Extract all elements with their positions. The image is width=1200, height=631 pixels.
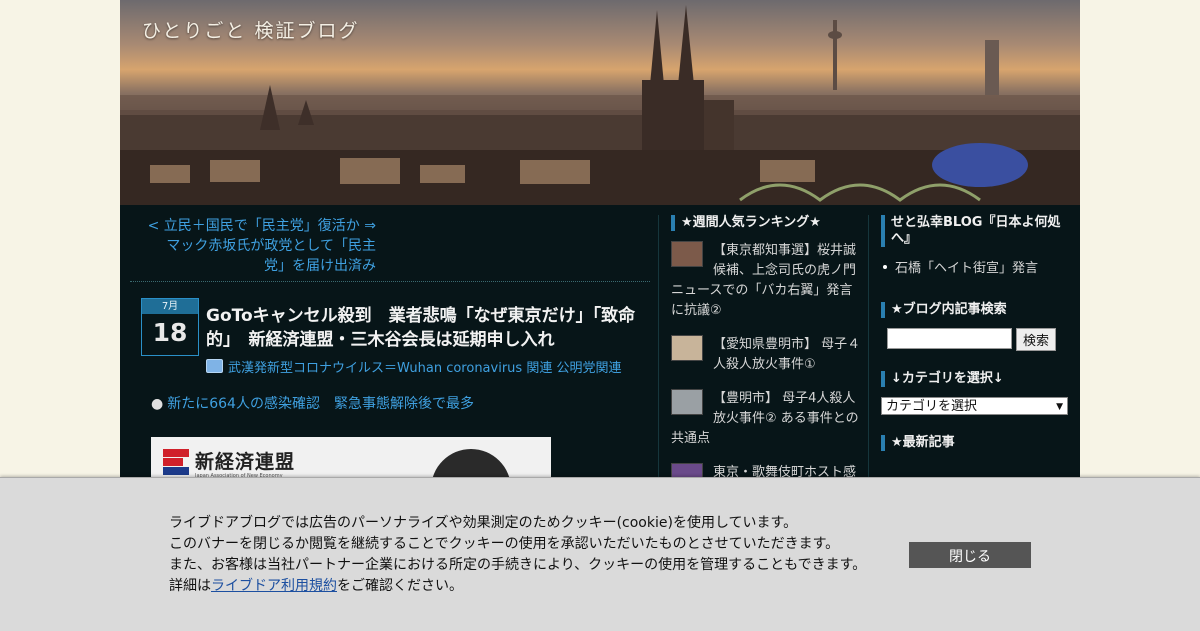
cookie-line: また、お客様は当社パートナー企業における所定の手続きにより、クッキーの使用を管理… xyxy=(169,557,867,573)
post-date: 7月 18 xyxy=(141,298,199,356)
terms-link[interactable]: ライブドア利用規約 xyxy=(211,578,337,594)
ranking-item[interactable]: 【愛知県豊明市】 母子４人殺人放火事件① xyxy=(671,335,861,375)
image-logo-text: 新経済連盟 xyxy=(195,451,296,473)
post-categories: 武漢発新型コロナウイルス＝Wuhan coronavirus 関連 公明党関連 xyxy=(206,357,621,376)
ranking-title: ★週間人気ランキング★ xyxy=(671,215,869,231)
cookie-line: このバナーを閉じるか閲覧を継続することでクッキーの使用を承認いただいたものとさせ… xyxy=(169,536,840,552)
post-date-day: 18 xyxy=(152,318,188,347)
ranking-item[interactable]: 【東京都知事選】桜井誠候補、上念司氏の虎ノ門ニュースでの「バカ右翼」発言に抗議② xyxy=(671,241,861,321)
jane-logo-icon xyxy=(163,449,189,475)
sidebar-category-title: ↓カテゴリを選択↓ xyxy=(881,371,1069,387)
header-banner: ひとりごと 検証ブログ xyxy=(120,0,1080,205)
ranking-item-text[interactable]: 【愛知県豊明市】 母子４人殺人放火事件① xyxy=(713,337,860,372)
post-title[interactable]: GoToキャンセル殺到 業者悲鳴「なぜ東京だけ」「致命的」 新経済連盟・三木谷会… xyxy=(206,304,656,352)
cookie-line-suffix: をご確認ください。 xyxy=(337,578,463,594)
ranking-item[interactable]: 【豊明市】 母子4人殺人放火事件② ある事件との共通点 xyxy=(671,389,861,449)
divider xyxy=(130,281,650,282)
related-link-text[interactable]: 新たに664人の感染確認 緊急事態解除後で最多 xyxy=(167,396,474,412)
sidebar-recent-title: ★最新記事 xyxy=(881,435,1069,451)
category-link-2[interactable]: 公明党関連 xyxy=(556,361,621,376)
category-select-value: カテゴリを選択 xyxy=(886,399,978,414)
cookie-line: 詳細はライブドア利用規約をご確認ください。 xyxy=(169,576,889,597)
sidebar-search-title: ★ブログ内記事検索 xyxy=(881,302,1069,318)
search-button[interactable]: 検索 xyxy=(1016,328,1057,351)
sidebar-blog-link[interactable]: 石橋「ヘイト街宣」発言 xyxy=(883,257,1069,276)
previous-post-link[interactable]: < 立民＋国民で「民主党」復活か ⇒ マック赤坂氏が政党として「民主党」を届け出… xyxy=(146,216,376,276)
sidebar-recent-block: ★最新記事 xyxy=(881,435,1069,451)
folder-icon xyxy=(206,359,223,373)
category-link[interactable]: 武漢発新型コロナウイルス＝Wuhan coronavirus 関連 xyxy=(228,361,552,376)
ranking-list: 【東京都知事選】桜井誠候補、上念司氏の虎ノ門ニュースでの「バカ右翼」発言に抗議②… xyxy=(671,241,861,489)
sidebar-blog-link-text[interactable]: 石橋「ヘイト街宣」発言 xyxy=(895,261,1038,276)
site-title[interactable]: ひとりごと 検証ブログ xyxy=(142,16,359,43)
post-date-month: 7月 xyxy=(142,299,198,314)
cookie-banner: ライブドアブログでは広告のパーソナライズや効果測定のためクッキー(cookie)… xyxy=(0,477,1200,631)
sidebar-search-block: ★ブログ内記事検索 検索 xyxy=(881,302,1069,351)
cookie-text: ライブドアブログでは広告のパーソナライズや効果測定のためクッキー(cookie)… xyxy=(169,513,889,597)
article-thumbnail[interactable] xyxy=(671,335,703,361)
sidebar-blog-title[interactable]: せと弘幸BLOG『日本よ何処へ』 xyxy=(881,215,1069,247)
related-link: ● 新たに664人の感染確認 緊急事態解除後で最多 xyxy=(151,393,474,413)
bullet-icon xyxy=(883,265,887,269)
article-thumbnail[interactable] xyxy=(671,241,703,267)
sidebar-blog-block: せと弘幸BLOG『日本よ何処へ』 石橋「ヘイト街宣」発言 xyxy=(881,215,1069,276)
search-input[interactable] xyxy=(887,328,1012,349)
cookie-close-button[interactable]: 閉じる xyxy=(909,542,1031,568)
cookie-line-prefix: 詳細は xyxy=(169,578,211,594)
category-select[interactable]: カテゴリを選択 ▼ xyxy=(881,397,1068,415)
cookie-line: ライブドアブログでは広告のパーソナライズや効果測定のためクッキー(cookie)… xyxy=(169,515,798,531)
dropdown-arrow-icon: ▼ xyxy=(1056,402,1063,412)
bullet-icon: ● xyxy=(151,396,164,412)
article-thumbnail[interactable] xyxy=(671,389,703,415)
sidebar-category-block: ↓カテゴリを選択↓ カテゴリを選択 ▼ xyxy=(881,371,1069,415)
